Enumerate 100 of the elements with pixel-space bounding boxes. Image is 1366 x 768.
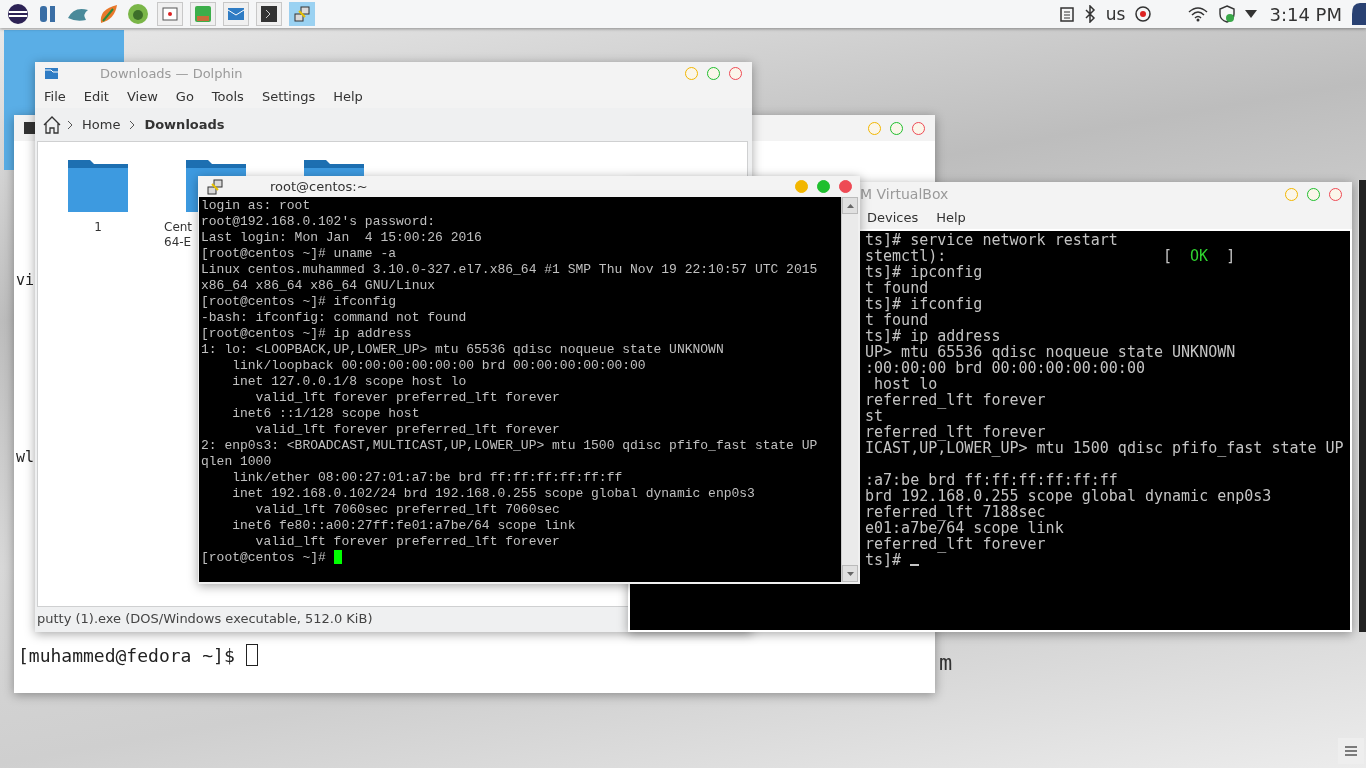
chevron-right-icon (67, 119, 73, 130)
terminal-line: [root@centos ~]# ip address (201, 326, 413, 342)
envelope-icon (227, 7, 245, 21)
terminal-line: [root@centos ~]# uname -a (201, 246, 398, 262)
eclipse-icon[interactable] (6, 2, 30, 26)
terminal-line: [root@centos ~]# ifconfig (201, 294, 398, 310)
terminal-line: inet6 ::1/128 scope host (231, 406, 421, 422)
screen-record-icon (162, 7, 178, 21)
android-icon[interactable] (126, 2, 150, 26)
console-line: referred_lft forever (865, 392, 1046, 408)
terminal-line: valid_lft forever preferred_lft forever (254, 534, 561, 550)
close-button[interactable] (839, 180, 852, 193)
terminal-line: valid_lft forever preferred_lft forever (254, 422, 561, 438)
console-line: e01:a7be/64 scope link (865, 520, 1064, 536)
terminal-line: -bash: ifconfig: command not found (201, 310, 468, 326)
console-line: t found (865, 312, 929, 328)
terminal-line: valid_lft 7060sec preferred_lft 7060sec (254, 502, 561, 518)
console-line: ts]# ip address (865, 328, 1001, 344)
scrollbar[interactable] (841, 197, 858, 582)
window-title: M VirtualBox (860, 186, 949, 202)
console-line: referred_lft forever (865, 536, 1046, 552)
console-line: ts]# ipconfig (865, 264, 983, 280)
console-line: st (865, 408, 884, 424)
status-bar-text: putty (1).exe (DOS/Windows executable, 512.0 KiB) (37, 610, 374, 628)
arrow-up-icon (846, 203, 854, 208)
fedora-logo-icon[interactable] (1352, 3, 1366, 25)
terminal-line: inet 127.0.0.1/8 scope host lo (231, 374, 468, 390)
window-title: root@centos:~ (270, 179, 368, 194)
maximize-button[interactable] (817, 180, 830, 193)
maximize-button[interactable] (707, 67, 720, 80)
bluetooth-icon[interactable] (1083, 5, 1096, 23)
file-name[interactable]: 1 (94, 220, 102, 235)
wifi-icon[interactable] (1187, 6, 1210, 22)
menu-item[interactable]: Help (324, 89, 372, 104)
terminal-line: qlen 1000 (201, 454, 273, 470)
menu-item[interactable]: Edit (74, 89, 118, 104)
record-icon[interactable] (1135, 6, 1152, 22)
terminal-icon (261, 6, 277, 22)
terminal-line: link/ether 08:00:27:01:a7:be brd ff:ff:ff:ff:ff:ff (231, 470, 624, 486)
close-button[interactable] (1329, 187, 1342, 201)
console-line: stemctl): (865, 248, 947, 264)
folder-icon (45, 68, 58, 79)
console-line: referred_lft 7188sec (865, 504, 1046, 520)
console-line: t found (865, 280, 929, 296)
status-bracket: ] (1226, 248, 1236, 264)
terminal-line: valid_lft forever preferred_lft forever (254, 390, 561, 406)
menu-item[interactable]: Tools (202, 89, 253, 104)
console-line: ts]# service network restart (865, 232, 1118, 248)
shield-icon[interactable] (1219, 5, 1236, 23)
caret-icon[interactable] (1245, 10, 1258, 18)
maximize-button[interactable] (890, 121, 903, 135)
chevron-right-icon (129, 119, 136, 130)
terminal-line: vi (16, 270, 35, 291)
terminal-line: x86_64 x86_64 x86_64 GNU/Linux (201, 278, 437, 294)
terminal-line: 1: lo: <LOOPBACK,UP,LOWER_UP> mtu 65536 qdisc noqueue state UNKNOWN (201, 342, 725, 358)
terminal-line: inet 192.168.0.102/24 brd 192.168.0.255 scope global dynamic enp0s3 (231, 486, 756, 502)
console-line: ICAST,UP,LOWER_UP> mtu 1500 qdisc pfifo_fast state UP (865, 440, 1344, 456)
terminal-prompt: [root@centos ~]# (201, 550, 841, 566)
terminal-line: link/loopback 00:00:00:00:00:00 brd 00:00:00:00:00:00 (231, 358, 647, 374)
menu-item[interactable]: Devices (858, 210, 928, 225)
close-button[interactable] (729, 67, 742, 80)
clipboard-icon[interactable] (1059, 6, 1074, 22)
breadcrumb-item[interactable]: Home (79, 117, 124, 132)
text-fragment: m (939, 650, 953, 675)
breadcrumb-item[interactable]: Downloads (141, 117, 228, 132)
scroll-down-button[interactable] (842, 565, 858, 582)
terminal-line: inet6 fe80::a00:27ff:fe01:a7be/64 scope link (231, 518, 577, 534)
calendar-icon (194, 5, 212, 23)
menu-item[interactable]: File (35, 89, 75, 104)
console-line: :a7:be brd ff:ff:ff:ff:ff:ff (865, 472, 1118, 488)
status-bracket: [ (1163, 248, 1173, 264)
menu-icon (1345, 746, 1357, 756)
close-button[interactable] (912, 121, 925, 135)
menu-item[interactable]: Help (927, 210, 975, 225)
terminal-line: root@192.168.0.102's password: (201, 214, 437, 230)
scroll-up-button[interactable] (842, 197, 858, 214)
terminal-line: 2: enp0s3: <BROADCAST,MULTICAST,UP,LOWER_UP> mtu 1500 qdisc pfifo_fast state UP (201, 438, 819, 454)
menu-item[interactable]: View (117, 89, 167, 104)
menu-item[interactable]: Go (166, 89, 203, 104)
terminal-line: wl (16, 447, 35, 468)
arrow-down-icon (846, 571, 854, 576)
window-title: Downloads — Dolphin (100, 66, 243, 81)
console-line: :00:00:00 brd 00:00:00:00:00:00 (865, 360, 1145, 376)
terminal-line: Linux centos.muhammed 3.10.0-327.el7.x86_64 #1 SMP Thu Nov 19 22:10:57 UTC 2015 (201, 262, 819, 278)
computers-icon (293, 5, 311, 23)
console-prompt: ts]# (865, 552, 902, 568)
keyboard-layout[interactable]: us (1105, 4, 1126, 24)
console-line: host lo (873, 376, 938, 392)
menu-button[interactable] (1338, 738, 1364, 764)
terminal-prompt: [muhammed@fedora ~]$ (18, 644, 258, 667)
maximize-button[interactable] (1307, 187, 1320, 201)
console-line: ts]# ifconfig (865, 296, 983, 312)
clock[interactable]: 3:14 PM (1269, 3, 1342, 25)
file-name[interactable]: Cent 64-E (164, 220, 193, 250)
taskbar-button[interactable] (256, 2, 282, 26)
console-line: referred_lft forever (865, 424, 1046, 440)
status-ok: OK (1190, 248, 1209, 264)
menu-item[interactable]: Settings (252, 89, 325, 104)
home-icon[interactable] (43, 115, 61, 134)
terminal-line: Last login: Mon Jan 4 15:00:26 2016 (201, 230, 483, 246)
